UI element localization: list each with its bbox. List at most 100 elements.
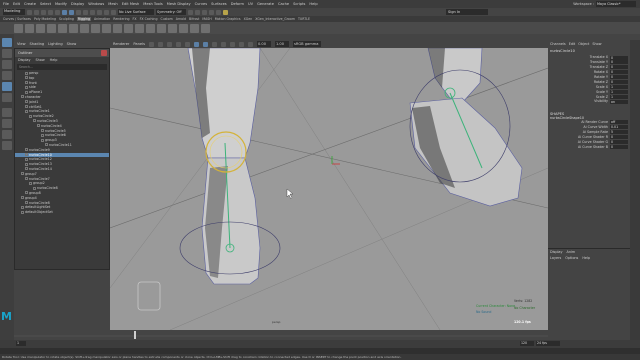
- expand-toggle-icon[interactable]: [21, 205, 24, 209]
- film-gate-icon[interactable]: [184, 41, 190, 47]
- menu-mesh-tools[interactable]: Mesh Tools: [143, 2, 162, 6]
- select-component-icon[interactable]: [76, 9, 81, 15]
- expand-toggle-icon[interactable]: [25, 109, 28, 113]
- cb-edit-menu[interactable]: Edit: [569, 42, 576, 46]
- aim-constraint-icon[interactable]: [135, 23, 144, 33]
- menu-scripts[interactable]: Scripts: [293, 2, 305, 6]
- lasso-tool-icon[interactable]: [2, 49, 12, 58]
- scale-constraint-icon[interactable]: [124, 23, 133, 33]
- expand-toggle-icon[interactable]: [25, 81, 28, 85]
- save-scene-icon[interactable]: [41, 9, 46, 15]
- shelf-tab-turtle[interactable]: TURTLE: [298, 17, 310, 21]
- expand-toggle-icon[interactable]: [37, 124, 40, 128]
- menu-windows[interactable]: Windows: [88, 2, 104, 6]
- attribute-editor-tab-strip[interactable]: [630, 40, 640, 352]
- snap-surface-icon[interactable]: [111, 9, 116, 15]
- exposure-field[interactable]: 0.00: [256, 41, 271, 47]
- shelf-tab-arnold[interactable]: Arnold: [176, 17, 186, 21]
- hik-icon[interactable]: [201, 23, 210, 33]
- snap-point-icon[interactable]: [97, 9, 102, 15]
- expand-toggle-icon[interactable]: [41, 129, 44, 133]
- channel-value-field[interactable]: 1: [610, 94, 628, 99]
- menu-mesh[interactable]: Mesh: [108, 2, 117, 6]
- expand-toggle-icon[interactable]: [25, 157, 28, 161]
- layer-menu-options[interactable]: Options: [565, 256, 578, 260]
- current-frame-marker[interactable]: [134, 331, 136, 339]
- select-tool-icon[interactable]: [2, 38, 12, 47]
- expand-toggle-icon[interactable]: [41, 138, 44, 142]
- shelf-tab-poly-modeling[interactable]: Poly Modeling: [34, 17, 56, 21]
- outliner-help-menu[interactable]: Help: [50, 58, 58, 62]
- hypershade-icon[interactable]: [223, 9, 228, 15]
- expand-toggle-icon[interactable]: [25, 177, 28, 181]
- workspace-dropdown[interactable]: Maya Classic*: [596, 1, 636, 7]
- four-view-layout-icon[interactable]: [2, 119, 12, 128]
- menu-modify[interactable]: Modify: [55, 2, 67, 6]
- mirror-joint-icon[interactable]: [36, 23, 45, 33]
- layer-tab-anim[interactable]: Anim: [567, 250, 576, 254]
- menu-display[interactable]: Display: [71, 2, 84, 6]
- ik-spline-icon[interactable]: [58, 23, 67, 33]
- joint-tool-icon[interactable]: [14, 23, 23, 33]
- perspective-viewport[interactable]: Current Character: None No Sound Verts: …: [110, 48, 548, 330]
- expand-toggle-icon[interactable]: [25, 76, 28, 80]
- expand-toggle-icon[interactable]: [25, 167, 28, 171]
- menu-uv[interactable]: UV: [248, 2, 253, 6]
- wireframe-icon[interactable]: [193, 41, 199, 47]
- channel-value-field[interactable]: 0: [610, 139, 628, 144]
- fps-dropdown[interactable]: 24 fps: [536, 341, 560, 346]
- outliner-display-menu[interactable]: Display: [18, 58, 31, 62]
- parent-constraint-icon[interactable]: [91, 23, 100, 33]
- sign-in-button[interactable]: Sign In: [446, 9, 488, 15]
- left-panel-shading-menu[interactable]: Shading: [30, 42, 45, 46]
- channel-row[interactable]: Ai Curve Shader B0: [548, 144, 630, 149]
- menu-mesh-display[interactable]: Mesh Display: [167, 2, 191, 6]
- gamma-field[interactable]: 1.00: [274, 41, 289, 47]
- channel-value-field[interactable]: 0: [610, 65, 628, 70]
- shelf-tab-curves-surfaces[interactable]: Curves / Surfaces: [3, 17, 31, 21]
- ipr-render-icon[interactable]: [209, 9, 214, 15]
- menu-select[interactable]: Select: [40, 2, 51, 6]
- redo-icon[interactable]: [55, 9, 60, 15]
- channel-row[interactable]: Visibility on: [548, 99, 630, 104]
- viewport-renderer-menu[interactable]: Renderer: [113, 42, 129, 46]
- blend-shape-icon[interactable]: [179, 23, 188, 33]
- expand-toggle-icon[interactable]: [25, 162, 28, 166]
- channel-value-field[interactable]: 0.01: [610, 125, 628, 130]
- channel-value-field[interactable]: 0: [610, 55, 628, 60]
- outliner-row[interactable]: defaultObjectSet: [15, 210, 109, 215]
- expand-toggle-icon[interactable]: [29, 181, 32, 185]
- viewport-panels-menu[interactable]: Panels: [133, 42, 145, 46]
- shelf-tab-custom[interactable]: Custom: [160, 17, 172, 21]
- shelf-tab-mash[interactable]: MASH: [202, 17, 211, 21]
- cb-show-menu[interactable]: Show: [592, 42, 601, 46]
- channel-value-field[interactable]: 5: [610, 130, 628, 135]
- expand-toggle-icon[interactable]: [21, 210, 24, 214]
- cb-channels-menu[interactable]: Channels: [550, 42, 566, 46]
- outliner-show-menu[interactable]: Show: [36, 58, 45, 62]
- expand-toggle-icon[interactable]: [33, 186, 36, 190]
- channel-value-field[interactable]: 0: [610, 144, 628, 149]
- channel-value-field[interactable]: 0: [610, 135, 628, 140]
- shelf-tab-bifrost[interactable]: Bifrost: [189, 17, 199, 21]
- expand-toggle-icon[interactable]: [25, 100, 28, 104]
- shelf-tab-rendering[interactable]: Rendering: [113, 17, 129, 21]
- lights-icon[interactable]: [220, 41, 226, 47]
- paint-select-icon[interactable]: [2, 60, 12, 69]
- shelf-tab-motion-graphics[interactable]: Motion Graphics: [215, 17, 241, 21]
- menu-cache[interactable]: Cache: [278, 2, 289, 6]
- expand-toggle-icon[interactable]: [45, 143, 48, 147]
- layer-menu-help[interactable]: Help: [582, 256, 590, 260]
- textured-icon[interactable]: [211, 41, 217, 47]
- lattice-icon[interactable]: [168, 23, 177, 33]
- color-space-dropdown[interactable]: sRGB gamma: [292, 41, 321, 47]
- image-plane-icon[interactable]: [166, 41, 172, 47]
- snap-view-icon[interactable]: [104, 9, 109, 15]
- point-constraint-icon[interactable]: [102, 23, 111, 33]
- view-cube-icon[interactable]: [137, 281, 161, 311]
- cluster-icon[interactable]: [157, 23, 166, 33]
- layer-tab-display[interactable]: Display: [550, 250, 563, 254]
- scale-tool-icon[interactable]: [2, 93, 12, 102]
- menu-deform[interactable]: Deform: [231, 2, 244, 6]
- ik-handle-icon[interactable]: [47, 23, 56, 33]
